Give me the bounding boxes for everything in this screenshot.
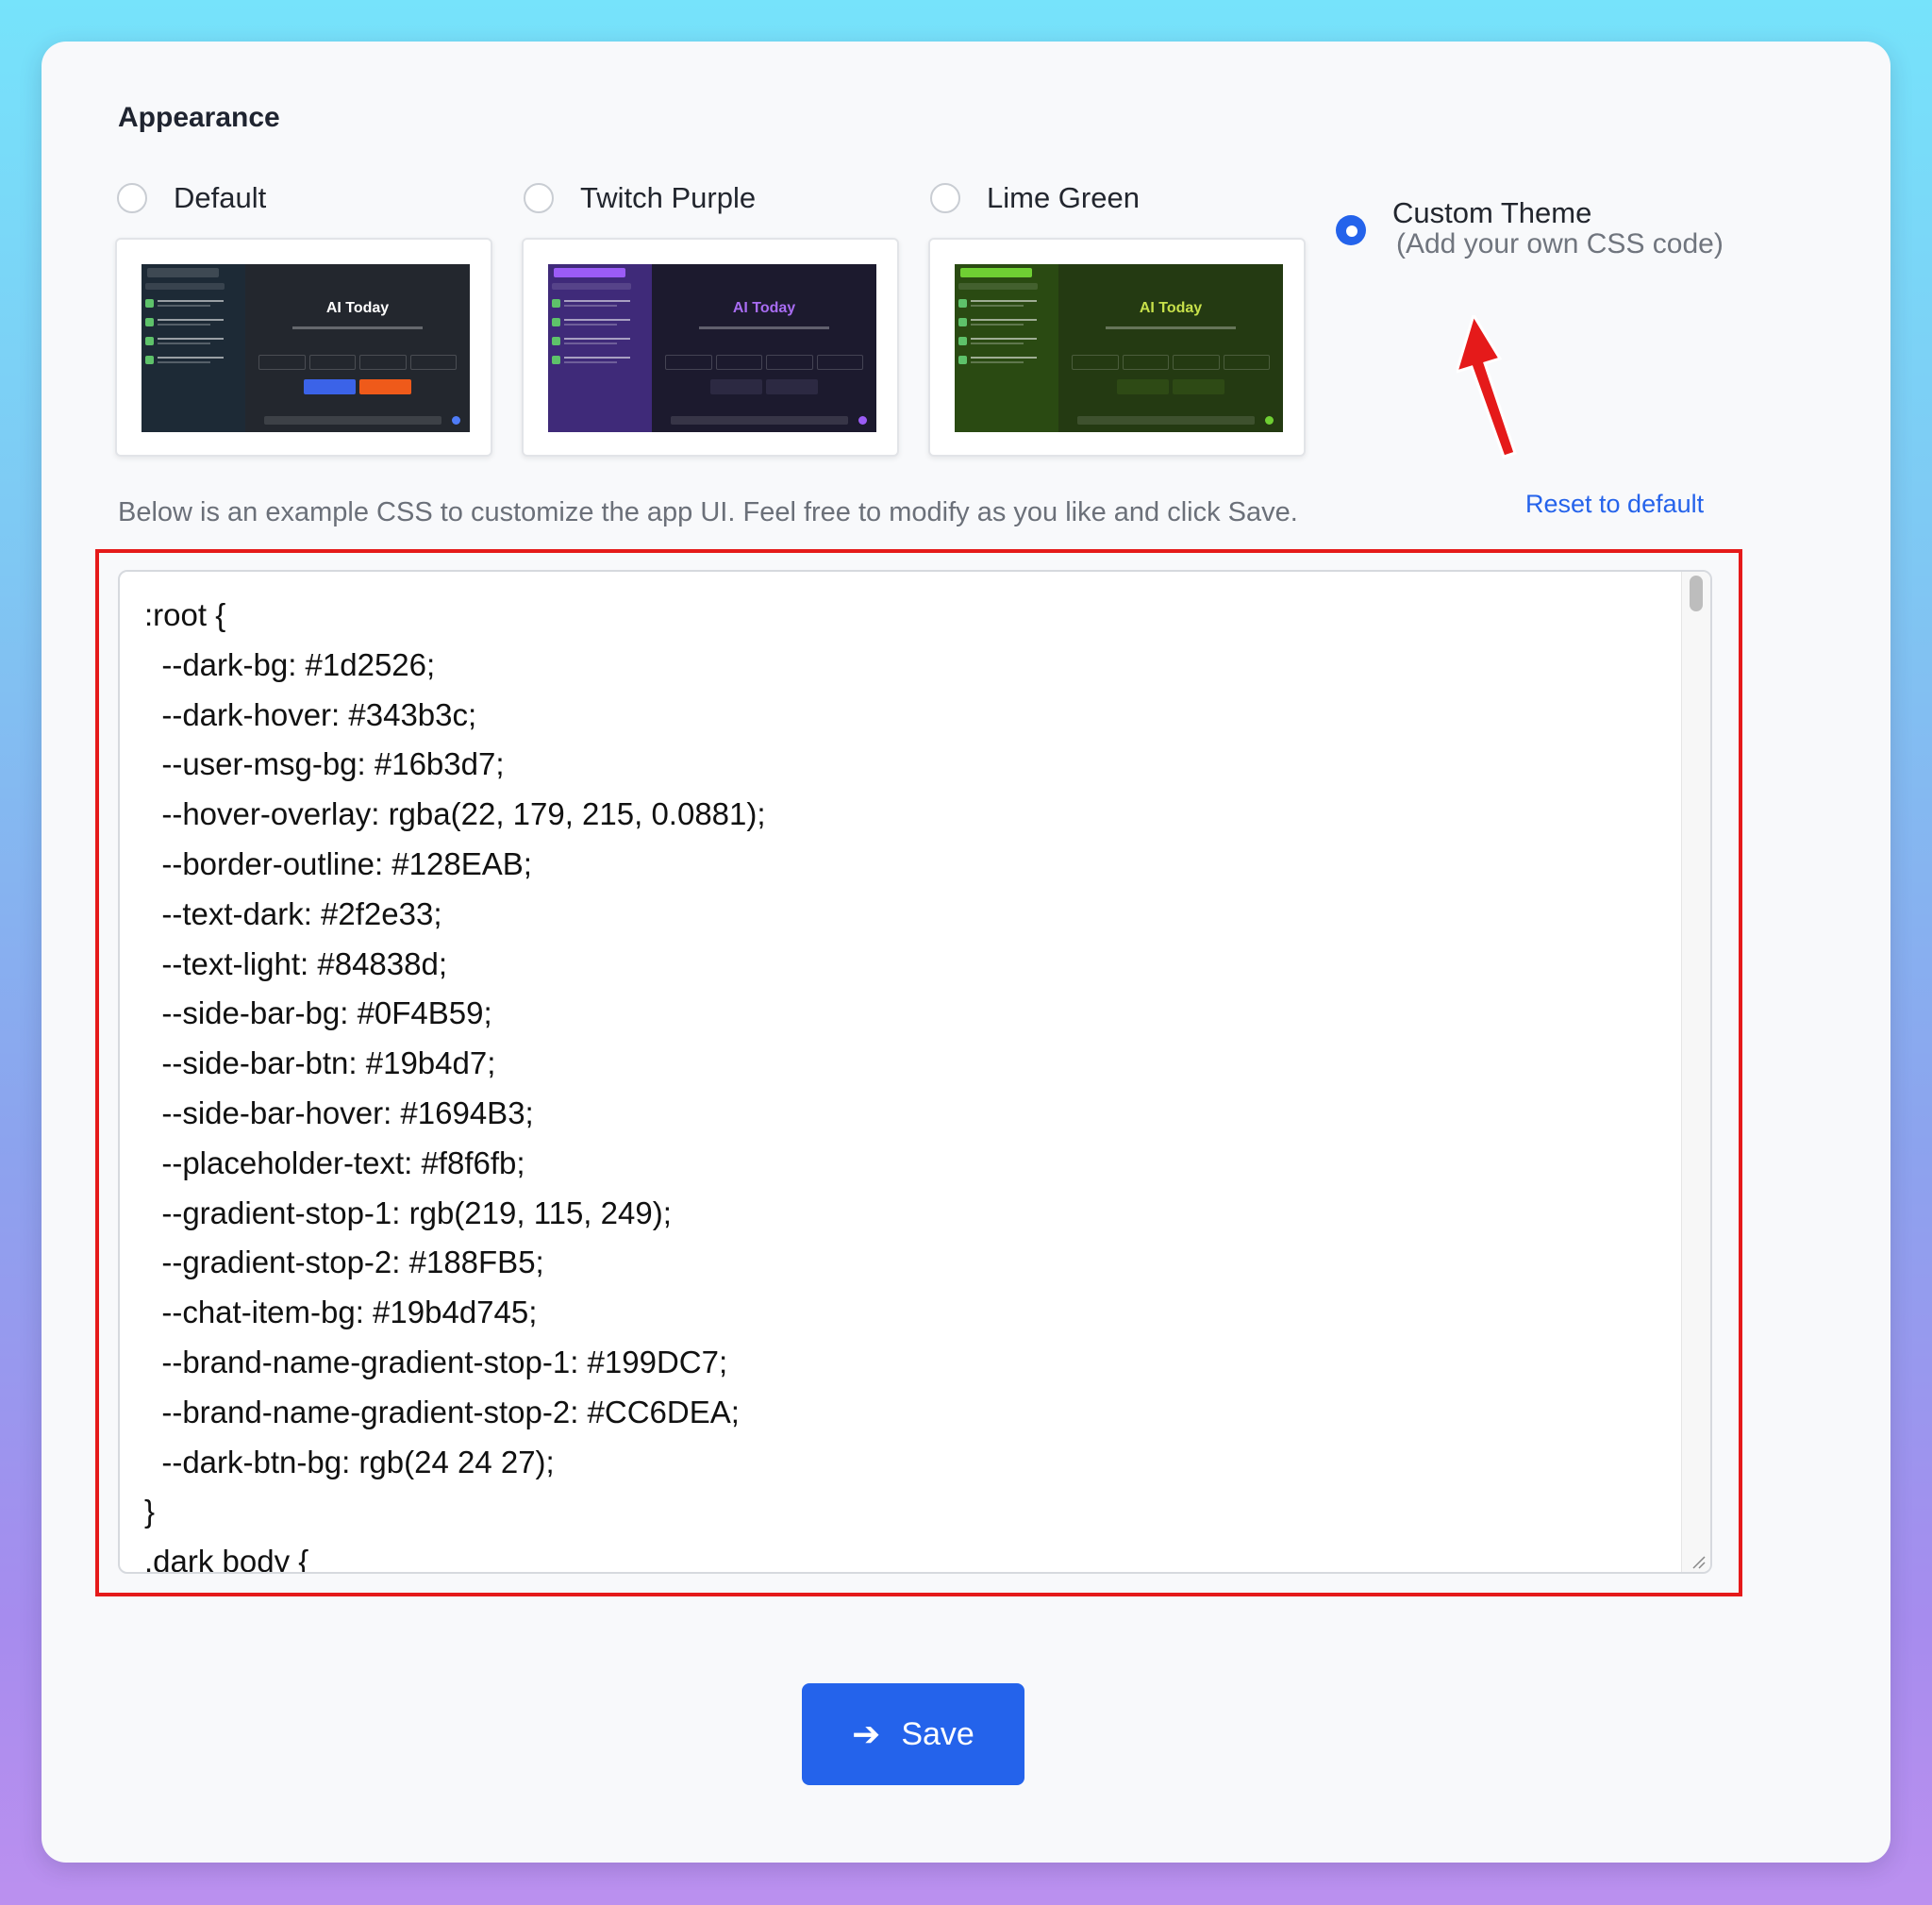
save-button-label: Save (901, 1715, 974, 1752)
preview-chat-item (145, 298, 236, 309)
preview-chat-item (552, 317, 642, 328)
scrollbar-thumb[interactable] (1690, 576, 1703, 611)
preview-new-chat (554, 268, 625, 277)
preview-search (145, 283, 225, 290)
preview-chat-item (145, 317, 236, 328)
preview-brand: AI Today (325, 300, 390, 316)
radio-lime-green[interactable] (930, 183, 960, 213)
theme-label-twitch-purple: Twitch Purple (580, 181, 757, 214)
preview-main: AI Today (245, 264, 470, 432)
section-title: Appearance (118, 102, 280, 133)
css-description: Below is an example CSS to customize the… (118, 497, 1298, 527)
preview-chat-item (958, 355, 1049, 366)
preview-chat-item (552, 355, 642, 366)
appearance-settings-card: Appearance Default Twitch Purple Lime Gr… (42, 42, 1890, 1863)
preview-new-chat (960, 268, 1032, 277)
preview-chat-item (552, 298, 642, 309)
css-code-editor[interactable]: :root { --dark-bg: #1d2526; --dark-hover… (118, 570, 1712, 1574)
theme-option-twitch-purple[interactable]: Twitch Purple (524, 181, 756, 215)
resize-handle-icon[interactable] (1690, 1553, 1707, 1570)
editor-scrollbar[interactable] (1681, 572, 1710, 1572)
preview-sidebar (548, 264, 652, 432)
theme-option-default[interactable]: Default (117, 181, 266, 215)
preview-brand: AI Today (1139, 300, 1203, 316)
theme-label-lime-green: Lime Green (987, 181, 1140, 214)
preview-chat-item (958, 298, 1049, 309)
theme-preview-default[interactable]: AI Today (115, 238, 492, 457)
preview-chat-item (958, 317, 1049, 328)
preview-main: AI Today (1058, 264, 1283, 432)
preview-search (958, 283, 1038, 290)
preview-brand: AI Today (732, 300, 796, 316)
preview-screen: AI Today (548, 264, 876, 432)
preview-screen: AI Today (142, 264, 470, 432)
theme-preview-lime-green[interactable]: AI Today (928, 238, 1306, 457)
preview-chat-item (552, 336, 642, 347)
preview-sidebar (955, 264, 1058, 432)
css-code-text[interactable]: :root { --dark-bg: #1d2526; --dark-hover… (144, 591, 1673, 1572)
save-button[interactable]: ➔ Save (802, 1683, 1024, 1785)
preview-chat-item (145, 355, 236, 366)
preview-search (552, 283, 631, 290)
preview-screen: AI Today (955, 264, 1283, 432)
theme-label-default: Default (174, 181, 267, 214)
theme-label-custom: Custom Theme (1392, 196, 1592, 229)
preview-chat-item (958, 336, 1049, 347)
theme-preview-twitch-purple[interactable]: AI Today (522, 238, 899, 457)
custom-theme-hint: (Add your own CSS code) (1396, 228, 1724, 259)
radio-custom-theme[interactable] (1336, 215, 1366, 245)
radio-twitch-purple[interactable] (524, 183, 554, 213)
annotation-arrow-icon (1457, 315, 1517, 459)
radio-default[interactable] (117, 183, 147, 213)
preview-chat-item (145, 336, 236, 347)
preview-main: AI Today (652, 264, 876, 432)
preview-sidebar (142, 264, 245, 432)
arrow-right-icon: ➔ (852, 1714, 881, 1753)
theme-option-lime-green[interactable]: Lime Green (930, 181, 1140, 215)
preview-new-chat (147, 268, 219, 277)
reset-to-default-link[interactable]: Reset to default (1525, 490, 1704, 519)
